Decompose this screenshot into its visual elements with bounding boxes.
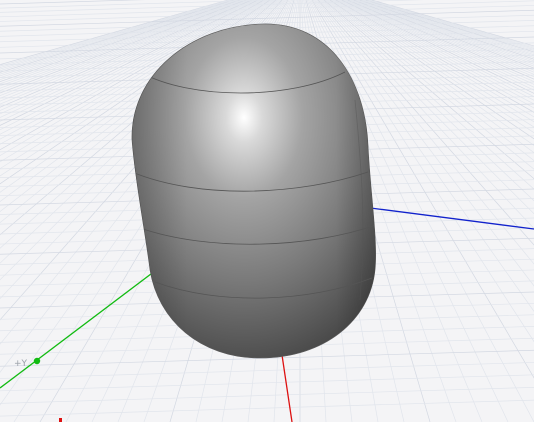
3d-viewport[interactable]: +Y — [0, 0, 534, 422]
grid-line — [0, 362, 534, 379]
x-axis-tick-marker — [59, 418, 62, 422]
grid-line — [0, 374, 534, 392]
x-axis-line — [281, 354, 293, 422]
origin-dot-icon[interactable] — [33, 357, 41, 365]
y-axis-label: +Y — [14, 359, 28, 369]
scene-canvas[interactable]: +Y — [0, 0, 534, 422]
grid-line — [0, 399, 534, 417]
